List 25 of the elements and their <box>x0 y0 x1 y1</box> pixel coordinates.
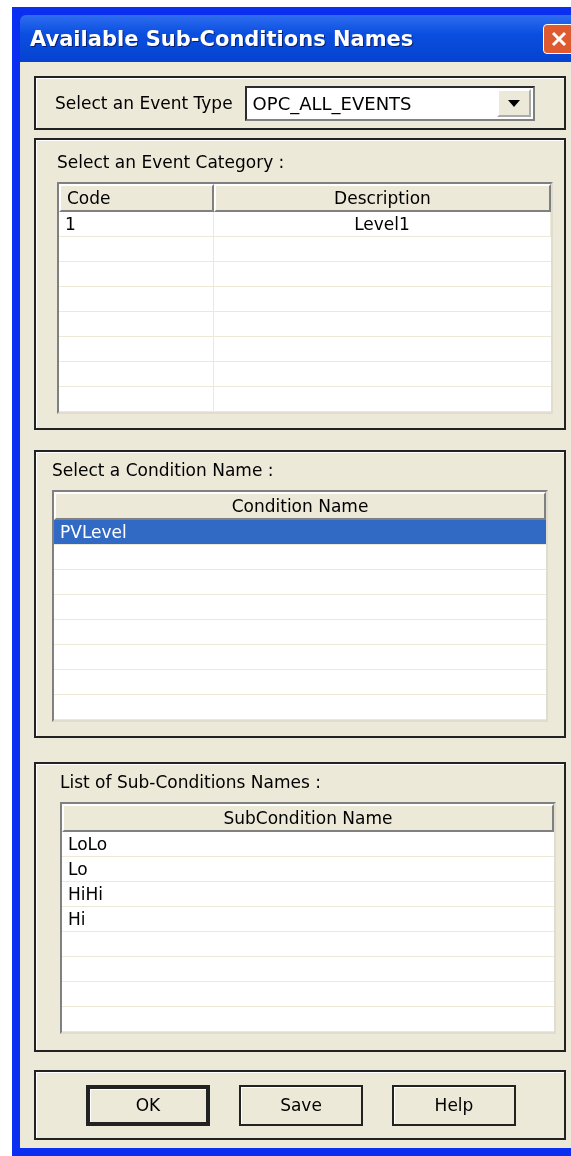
close-button[interactable] <box>543 24 571 54</box>
table-cell[interactable]: Level1 <box>214 212 551 237</box>
column-header[interactable]: SubCondition Name <box>62 804 554 832</box>
column-header[interactable]: Condition Name <box>54 492 546 520</box>
dialog-button[interactable]: Save <box>239 1084 363 1126</box>
table-row[interactable]: PVLevel <box>54 520 546 545</box>
table-row[interactable]: Hi <box>62 907 554 932</box>
column-header[interactable]: Code <box>59 184 214 212</box>
event-type-dropdown[interactable]: OPC_ALL_EVENTS <box>244 85 535 121</box>
close-icon <box>550 30 568 48</box>
dropdown-button[interactable] <box>496 89 531 117</box>
section-label: Select an Event Category : <box>57 152 286 172</box>
section-label: List of Sub-Conditions Names : <box>60 772 322 792</box>
table-row[interactable]: LoLo <box>62 832 554 857</box>
table-row[interactable]: HiHi <box>62 882 554 907</box>
table-cell[interactable]: 1 <box>59 212 214 237</box>
dropdown-value: OPC_ALL_EVENTS <box>251 92 413 114</box>
section-label: Select a Condition Name : <box>52 460 275 480</box>
dialog-button[interactable]: Help <box>392 1084 516 1126</box>
window-title: Available Sub-Conditions Names <box>30 26 414 51</box>
column-header[interactable]: Description <box>214 184 551 212</box>
caret-icon <box>507 99 520 107</box>
dialog-button[interactable]: OK <box>86 1084 210 1126</box>
field-label: Select an Event Type <box>55 93 233 113</box>
table-row[interactable]: Lo <box>62 857 554 882</box>
